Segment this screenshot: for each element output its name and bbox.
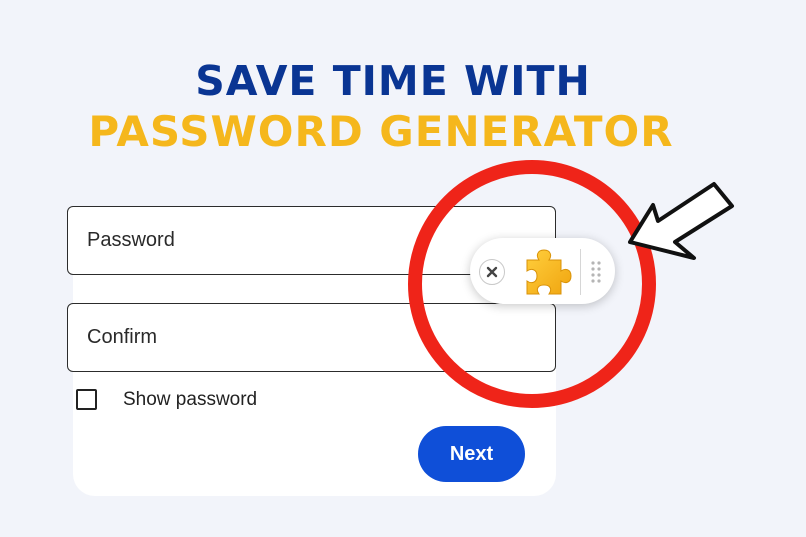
- headline-line-1: SAVE TIME WITH: [195, 57, 591, 105]
- next-button[interactable]: Next: [418, 426, 525, 482]
- pointer-arrow-icon: [628, 182, 734, 260]
- drag-handle-icon[interactable]: [589, 260, 603, 284]
- headline-line-2: PASSWORD GENERATOR: [88, 107, 674, 156]
- popup-divider: [580, 249, 581, 295]
- extension-popup: [470, 238, 615, 304]
- show-password-label: Show password: [123, 389, 258, 410]
- close-icon[interactable]: [479, 259, 505, 285]
- puzzle-piece-icon[interactable]: [520, 245, 574, 299]
- show-password-checkbox[interactable]: [76, 389, 97, 410]
